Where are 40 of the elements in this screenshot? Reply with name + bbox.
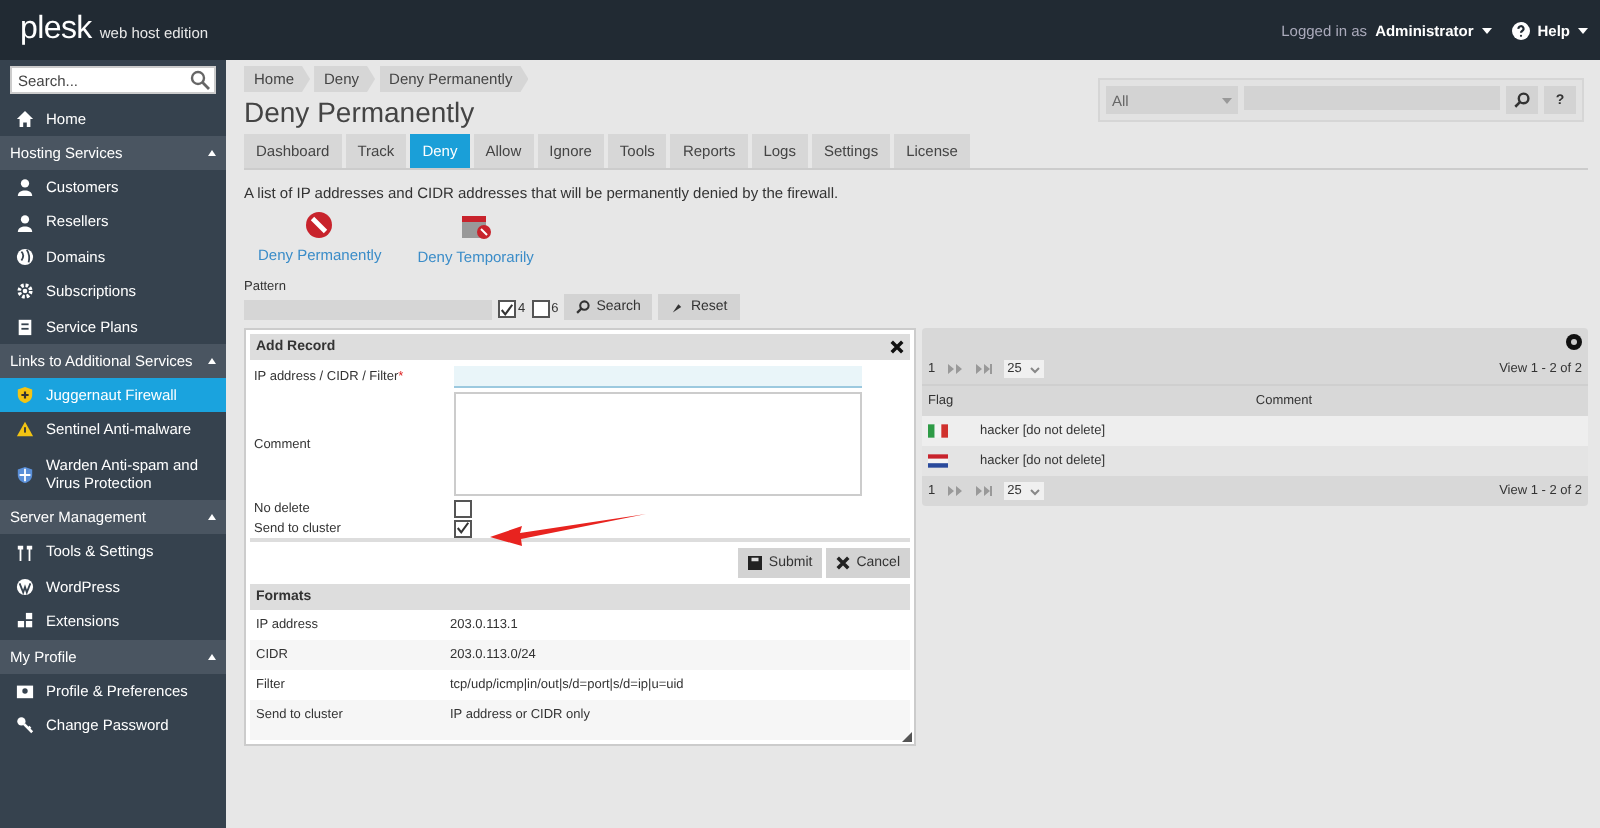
calendar-icon[interactable] [459, 212, 492, 240]
checkbox[interactable] [498, 300, 516, 318]
warning-icon [16, 420, 34, 439]
globe-icon [16, 247, 34, 266]
blocks-icon [16, 612, 34, 631]
resize-grip-icon[interactable] [902, 732, 912, 742]
house-icon [16, 110, 34, 128]
cross-icon [836, 556, 851, 570]
flag-icon [928, 424, 948, 438]
search-icon [1514, 92, 1530, 108]
person-icon [16, 178, 34, 197]
shield-icon [16, 386, 34, 405]
profile-icon [16, 681, 34, 700]
gear-icon [16, 282, 34, 301]
caret-icon[interactable] [1578, 27, 1588, 33]
comment-field[interactable] [454, 392, 862, 496]
person-icon [16, 213, 34, 232]
search-icon[interactable] [190, 70, 210, 90]
checkbox[interactable] [454, 499, 472, 517]
shield-icon [16, 465, 34, 483]
key-icon [16, 716, 34, 735]
ip-input-field[interactable] [454, 366, 862, 388]
save-icon [748, 556, 763, 570]
search-button[interactable] [1506, 86, 1538, 114]
prohibited-icon[interactable] [306, 212, 333, 238]
tools-icon [16, 543, 34, 562]
close-icon[interactable] [890, 340, 904, 354]
doc-icon [16, 317, 34, 336]
plesk-logo[interactable]: plesk [20, 12, 92, 48]
page-title: Deny Permanently [244, 96, 477, 128]
help-icon[interactable] [1511, 21, 1530, 39]
search-icon [576, 300, 591, 314]
checkbox[interactable] [531, 300, 550, 318]
checkbox[interactable] [454, 519, 472, 537]
settings-icon[interactable] [1566, 334, 1582, 350]
flag-icon [928, 454, 948, 468]
caret-icon[interactable] [1481, 27, 1492, 33]
chevron-icon [1029, 487, 1040, 495]
caret-icon [1222, 97, 1232, 103]
chevron-icon [1029, 365, 1040, 373]
